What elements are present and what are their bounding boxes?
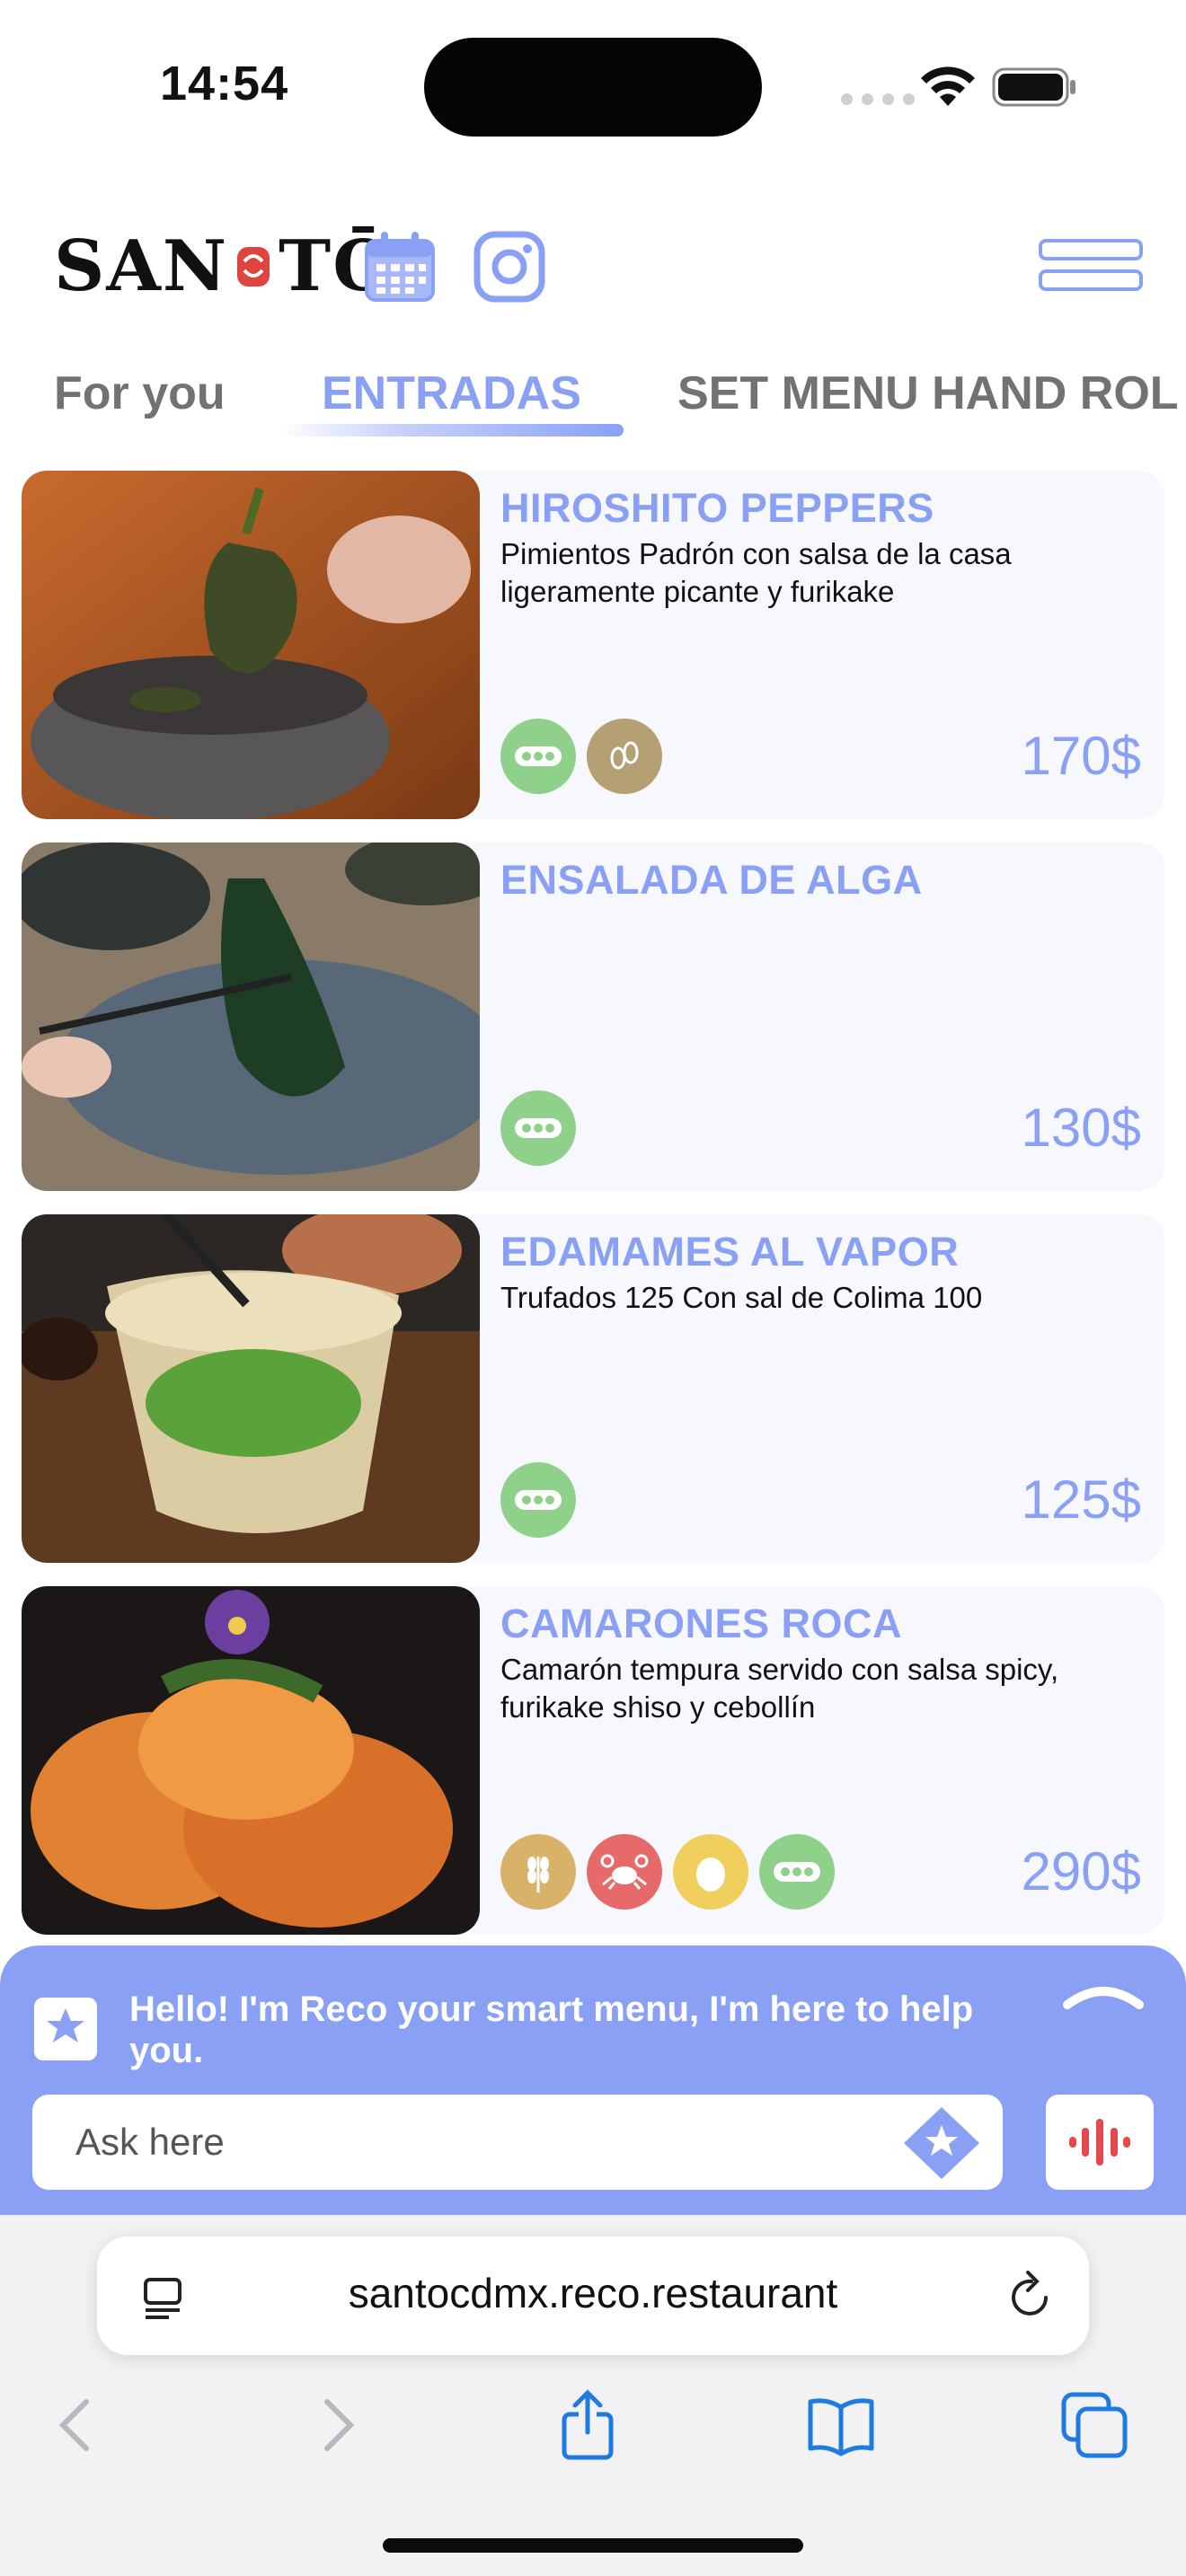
dish-title: EDAMAMES AL VAPOR (500, 1229, 960, 1275)
wifi-icon (921, 66, 975, 106)
cellular-signal-icon (841, 93, 915, 105)
back-icon[interactable] (41, 2389, 113, 2461)
crustacean-crab-icon (587, 1834, 662, 1910)
url-text[interactable]: santocdmx.reco.restaurant (225, 2269, 961, 2317)
forward-icon[interactable] (300, 2389, 372, 2461)
vegan-pea-icon (500, 719, 576, 794)
dish-photo (22, 471, 480, 819)
dish-title: HIROSHITO PEPPERS (500, 485, 934, 531)
tab-entradas[interactable]: ENTRADAS (322, 366, 581, 420)
allergen-icons (500, 1462, 576, 1538)
logo-mark-icon (237, 247, 270, 287)
restaurant-logo[interactable]: SAN TŌ (54, 223, 395, 309)
seeds-icon (587, 719, 662, 794)
send-icon[interactable] (898, 2104, 985, 2183)
tab-set-menu-hand-rol[interactable]: SET MENU HAND ROL (677, 366, 1179, 420)
battery-icon (992, 67, 1075, 107)
reco-assistant-icon (34, 1998, 97, 2060)
vegan-pea-icon (759, 1834, 835, 1910)
reader-mode-icon[interactable] (140, 2272, 187, 2323)
dish-price: 290$ (1021, 1841, 1141, 1901)
gluten-wheat-icon (500, 1834, 576, 1910)
category-tabs: For you ENTRADAS SET MENU HAND ROL (0, 356, 1186, 446)
dish-photo (22, 1214, 480, 1563)
dish-title: CAMARONES ROCA (500, 1601, 903, 1646)
dish-description: Trufados 125 Con sal de Colima 100 (500, 1281, 983, 1314)
instagram-icon[interactable] (473, 230, 546, 304)
share-icon[interactable] (552, 2389, 624, 2461)
allergen-icons (500, 1090, 576, 1166)
bookmarks-icon[interactable] (805, 2389, 877, 2461)
dish-card[interactable]: CAMARONES ROCA Camarón tempura servido c… (22, 1586, 1164, 1935)
dish-price: 125$ (1021, 1469, 1141, 1530)
chat-input[interactable] (32, 2095, 1003, 2190)
dish-card[interactable]: EDAMAMES AL VAPOR Trufados 125 Con sal d… (22, 1214, 1164, 1563)
calendar-icon[interactable] (363, 230, 437, 304)
dish-photo (22, 1586, 480, 1935)
chat-greeting: Hello! I'm Reco your smart menu, I'm her… (129, 1989, 974, 2070)
dish-description: Camarón tempura servido con salsa spicy,… (500, 1653, 1059, 1724)
voice-input-button[interactable] (1046, 2095, 1154, 2190)
dish-card[interactable]: HIROSHITO PEPPERS Pimientos Padrón con s… (22, 471, 1164, 819)
dynamic-island (424, 38, 762, 137)
active-tab-indicator (279, 424, 624, 437)
vegan-pea-icon (500, 1462, 576, 1538)
egg-icon (673, 1834, 748, 1910)
status-time: 14:54 (160, 57, 289, 110)
chevron-up-icon[interactable] (1060, 1976, 1146, 2012)
hamburger-menu-icon[interactable] (1039, 237, 1143, 295)
home-indicator (383, 2538, 803, 2553)
vegan-pea-icon (500, 1090, 576, 1166)
dish-description: Pimientos Padrón con salsa de la casa li… (500, 537, 1012, 608)
allergen-icons (500, 719, 662, 794)
reload-icon[interactable] (1005, 2269, 1057, 2323)
allergen-icons (500, 1834, 835, 1910)
dish-title: ENSALADA DE ALGA (500, 857, 923, 903)
dish-price: 130$ (1021, 1098, 1141, 1158)
voice-waveform-icon (1069, 2119, 1130, 2166)
dish-price: 170$ (1021, 726, 1141, 786)
dish-card[interactable]: ENSALADA DE ALGA 130$ (22, 842, 1164, 1191)
tab-for-you[interactable]: For you (54, 366, 226, 420)
tabs-icon[interactable] (1058, 2389, 1130, 2461)
dish-photo (22, 842, 480, 1191)
